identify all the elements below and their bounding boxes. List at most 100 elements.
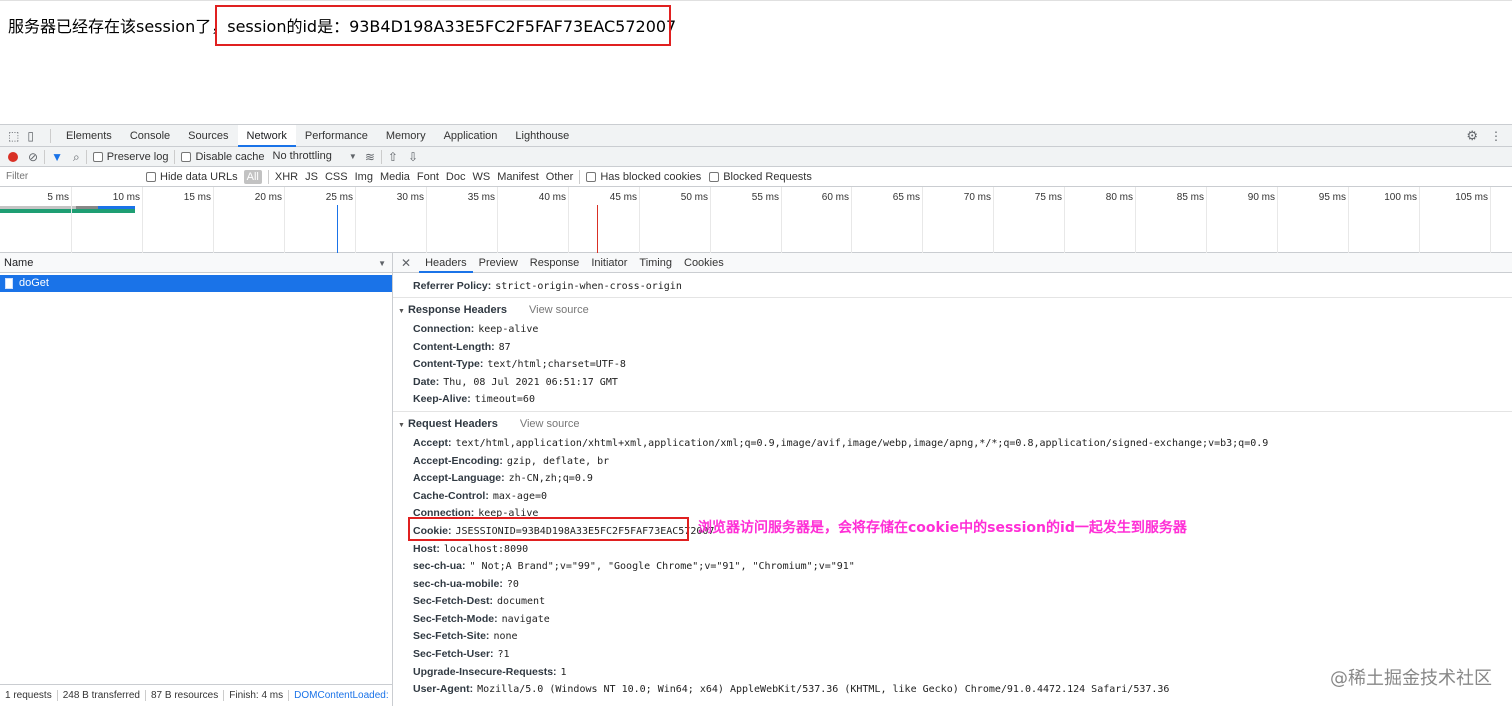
more-options-icon[interactable]: ⋮ [1490, 130, 1502, 142]
wifi-icon[interactable]: ≋ [365, 151, 375, 163]
timeline-gridline [922, 187, 923, 253]
header-row: Accept-Language: zh-CN,zh;q=0.9 [413, 472, 593, 484]
header-key: Keep-Alive: [413, 393, 471, 405]
cookie-highlight [408, 517, 689, 541]
type-filter-manifest[interactable]: Manifest [497, 171, 539, 183]
throttling-value: No throttling [272, 150, 332, 162]
tab-timing[interactable]: Timing [633, 253, 678, 273]
divider [85, 149, 87, 164]
inspect-element-icon[interactable]: ⬚ [8, 130, 19, 142]
timeline-gridline [426, 187, 427, 253]
header-row: Accept-Encoding: gzip, deflate, br [413, 455, 609, 467]
header-value: text/html,application/xhtml+xml,applicat… [455, 438, 1269, 449]
network-summary-bar: 1 requests 248 B transferred 87 B resour… [0, 684, 392, 706]
tab-preview[interactable]: Preview [473, 253, 524, 273]
header-value: gzip, deflate, br [506, 456, 610, 467]
type-filter-xhr[interactable]: XHR [275, 171, 298, 183]
header-value: " Not;A Brand";v="99", "Google Chrome";v… [469, 561, 855, 572]
annotation-text: 浏览器访问服务器是，会将存储在cookie中的session的id一起发生到服务… [698, 520, 1187, 536]
header-value: 1 [560, 667, 567, 678]
header-key: Sec-Fetch-User: [413, 648, 494, 660]
tab-console[interactable]: Console [121, 125, 179, 147]
type-filter-all[interactable]: All [243, 169, 262, 184]
timeline-tick-label: 35 ms [467, 192, 495, 203]
header-key: Sec-Fetch-Site: [413, 630, 490, 642]
header-key: Content-Type: [413, 358, 484, 370]
tab-cookies[interactable]: Cookies [678, 253, 730, 273]
close-icon[interactable]: ✕ [401, 257, 411, 269]
download-icon[interactable]: ⇩ [408, 151, 418, 163]
tab-memory[interactable]: Memory [377, 125, 435, 147]
tab-lighthouse[interactable]: Lighthouse [506, 125, 578, 147]
header-row: sec-ch-ua: " Not;A Brand";v="99", "Google… [413, 560, 855, 572]
gear-icon[interactable]: ⚙ [1466, 129, 1478, 142]
preserve-log-checkbox[interactable] [92, 151, 103, 162]
device-toolbar-icon[interactable]: ▯ [27, 130, 34, 142]
header-key: Sec-Fetch-Mode: [413, 613, 498, 625]
header-value: 87 [498, 342, 511, 353]
type-filter-css[interactable]: CSS [325, 171, 348, 183]
record-button[interactable] [8, 151, 18, 162]
header-value: localhost:8090 [443, 544, 529, 555]
tab-performance[interactable]: Performance [296, 125, 377, 147]
load-marker [597, 205, 598, 253]
header-key: Accept-Encoding: [413, 455, 503, 467]
type-filter-doc[interactable]: Doc [446, 171, 466, 183]
type-filter-js[interactable]: JS [305, 171, 318, 183]
throttling-select[interactable]: No throttling ▼ [273, 150, 357, 163]
timeline-gridline [1064, 187, 1065, 253]
request-headers-section[interactable]: ▼ Request Headers View source [398, 418, 580, 432]
header-key: Referrer Policy: [413, 280, 492, 292]
hide-data-urls-checkbox[interactable] [146, 171, 156, 182]
type-filter-font[interactable]: Font [417, 171, 439, 183]
triangle-down-icon: ▼ [398, 308, 405, 315]
view-source-link[interactable]: View source [520, 418, 580, 430]
timeline-gridline [568, 187, 569, 253]
blocked-requests-checkbox[interactable] [709, 171, 720, 182]
view-source-link[interactable]: View source [529, 304, 589, 316]
disable-cache-checkbox[interactable] [181, 151, 192, 162]
network-overview-timeline[interactable]: 5 ms 10 ms 15 ms 20 ms 25 ms 30 ms 35 ms 40 ms 4… [0, 187, 1512, 253]
tab-sources[interactable]: Sources [179, 125, 237, 147]
filter-icon[interactable]: ▼ [51, 151, 63, 163]
timeline-gridline [213, 187, 214, 253]
has-blocked-cookies-checkbox[interactable] [586, 171, 597, 182]
tab-elements[interactable]: Elements [57, 125, 121, 147]
header-row: Sec-Fetch-Site: none [413, 630, 518, 642]
type-filter-ws[interactable]: WS [472, 171, 490, 183]
filter-input[interactable] [4, 168, 138, 185]
divider [49, 128, 51, 143]
header-value: strict-origin-when-cross-origin [495, 281, 682, 292]
type-filter-other[interactable]: Other [546, 171, 574, 183]
timeline-blue-bar [98, 206, 135, 209]
timeline-tick-label: 80 ms [1105, 192, 1133, 203]
tab-network[interactable]: Network [237, 124, 296, 147]
tab-application[interactable]: Application [435, 125, 507, 147]
type-filter-media[interactable]: Media [380, 171, 410, 183]
sort-chevron-icon[interactable]: ▼ [378, 258, 386, 270]
header-key: Connection: [413, 323, 475, 335]
header-key: Upgrade-Insecure-Requests: [413, 666, 557, 678]
timeline-download-bar [0, 209, 135, 213]
timeline-tick-label: 65 ms [892, 192, 920, 203]
timeline-gridline [1206, 187, 1207, 253]
type-filter-img[interactable]: Img [355, 171, 373, 183]
clear-icon[interactable]: ⊘ [28, 151, 38, 163]
header-key: sec-ch-ua: [413, 560, 466, 572]
chevron-down-icon: ▼ [348, 152, 357, 161]
search-icon[interactable]: ⌕ [73, 151, 80, 163]
header-row: User-Agent: Mozilla/5.0 (Windows NT 10.0;… [413, 683, 1169, 695]
timeline-gridline [284, 187, 285, 253]
response-headers-section[interactable]: ▼ Response Headers View source [398, 304, 589, 318]
tab-response[interactable]: Response [524, 253, 586, 273]
has-blocked-cookies-label: Has blocked cookies [600, 170, 702, 183]
name-column-header[interactable]: Name ▼ [0, 253, 392, 273]
request-row[interactable]: doGet [0, 275, 392, 292]
section-title: Response Headers [407, 304, 507, 316]
tab-headers[interactable]: Headers [419, 253, 473, 273]
header-value: keep-alive [478, 324, 539, 335]
tab-initiator[interactable]: Initiator [585, 253, 633, 273]
divider [393, 411, 1512, 412]
upload-icon[interactable]: ⇧ [388, 151, 398, 163]
detail-tabbar: ✕ Headers Preview Response Initiator Tim… [393, 253, 1512, 273]
